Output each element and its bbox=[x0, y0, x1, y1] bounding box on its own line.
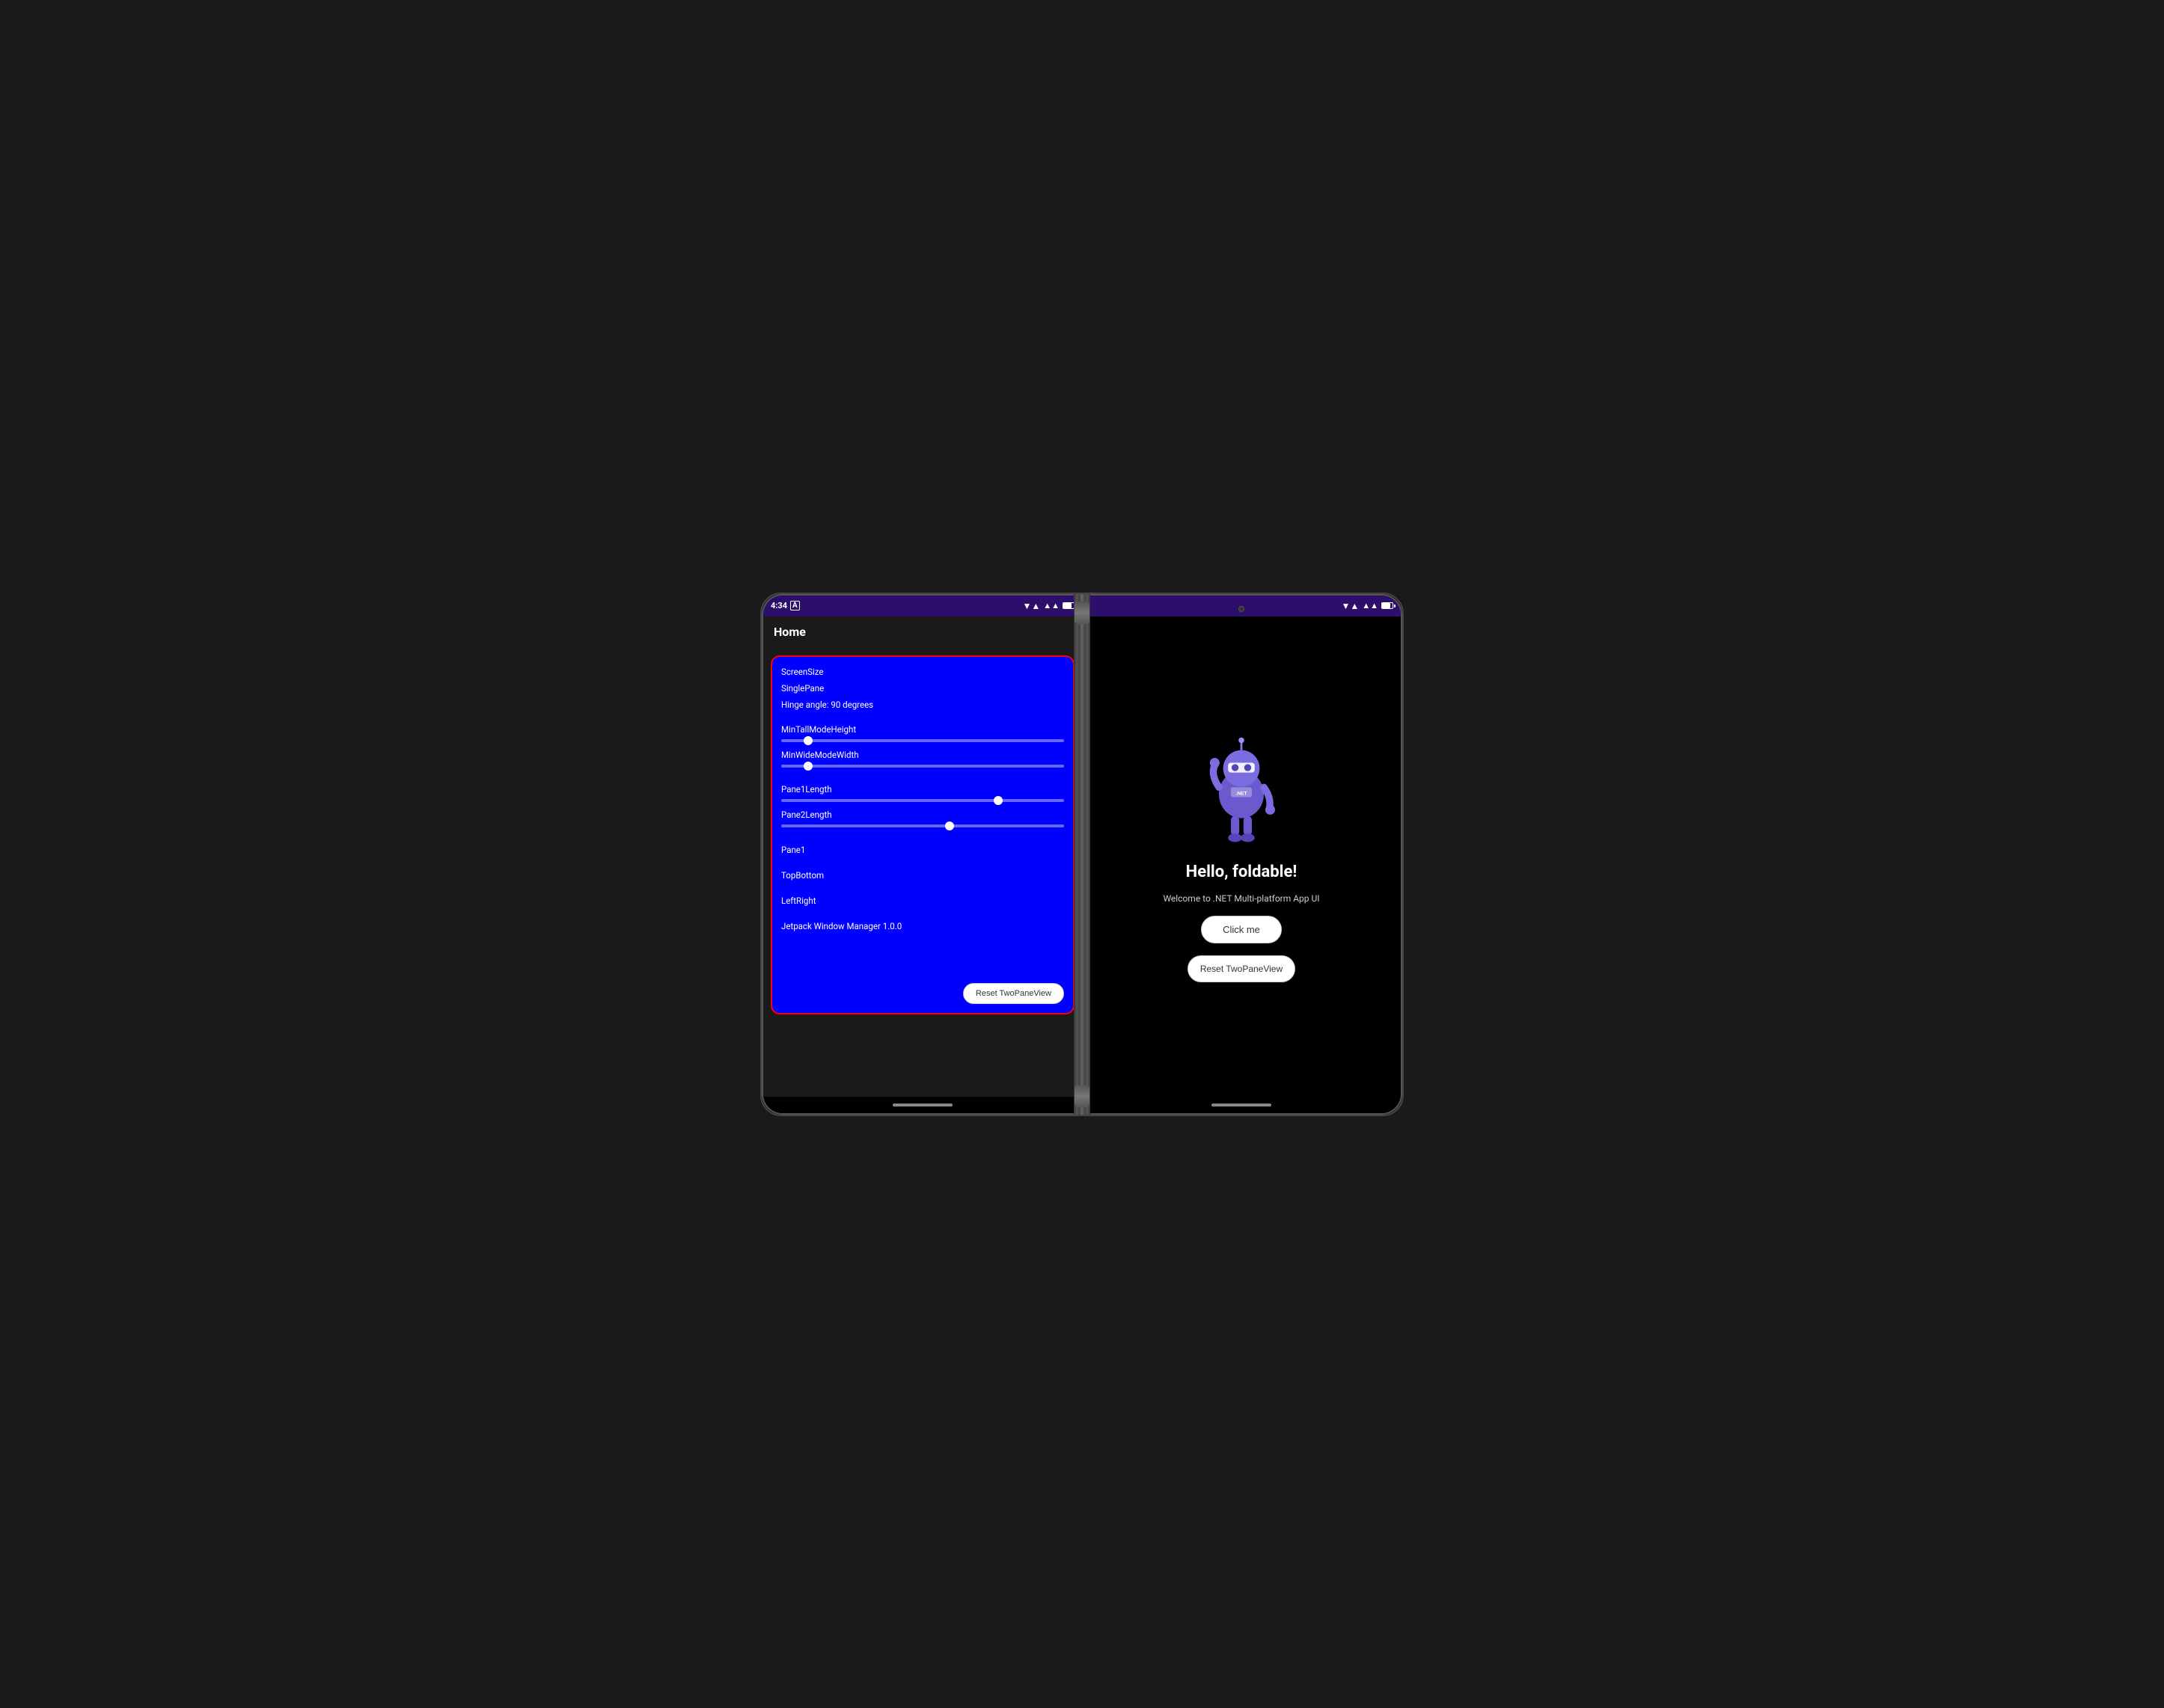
robot-svg: .NET bbox=[1193, 735, 1290, 847]
status-a-icon: A bbox=[790, 601, 800, 610]
pane1-label: Pane1 bbox=[781, 844, 1064, 856]
right-wifi-icon: ▼▲ bbox=[1341, 601, 1359, 611]
pane1-thumb[interactable] bbox=[994, 796, 1003, 805]
min-wide-track[interactable] bbox=[781, 765, 1064, 768]
min-tall-label: MinTallModeHeight bbox=[781, 724, 1064, 735]
left-screen: 4:34 A ▼▲ ▲▲ Home ScreenSize SinglePane … bbox=[762, 594, 1082, 1115]
min-tall-thumb[interactable] bbox=[804, 736, 813, 745]
pane2-length-label: Pane2Length bbox=[781, 809, 1064, 820]
status-icons: ▼▲ ▲▲ bbox=[1022, 601, 1075, 611]
device-hinge bbox=[1074, 594, 1090, 1115]
battery-icon bbox=[1063, 602, 1075, 609]
nav-pill-left bbox=[893, 1104, 953, 1106]
right-content-area: .NET Hello, foldable! bbox=[1082, 616, 1401, 1097]
click-me-button[interactable]: Click me bbox=[1201, 916, 1282, 943]
pane1-track[interactable] bbox=[781, 799, 1064, 802]
top-bottom-label: TopBottom bbox=[781, 869, 1064, 881]
pane2-track[interactable] bbox=[781, 824, 1064, 827]
status-time-area: 4:34 A bbox=[771, 601, 800, 610]
device-frame: 4:34 A ▼▲ ▲▲ Home ScreenSize SinglePane … bbox=[760, 593, 1404, 1116]
min-tall-slider-container: MinTallModeHeight bbox=[781, 724, 1064, 745]
pane2-slider-container: Pane2Length bbox=[781, 809, 1064, 830]
right-battery-icon bbox=[1381, 602, 1393, 609]
min-wide-thumb[interactable] bbox=[804, 762, 813, 771]
single-pane-label: SinglePane bbox=[781, 682, 1064, 694]
right-signal-icon: ▲▲ bbox=[1362, 601, 1378, 610]
right-screen: ▼▲ ▲▲ bbox=[1082, 594, 1402, 1115]
right-nav-bar bbox=[1082, 1097, 1401, 1113]
pane1-length-label: Pane1Length bbox=[781, 784, 1064, 795]
welcome-text: Welcome to .NET Multi-platform App UI bbox=[1163, 893, 1319, 904]
nav-pill-right bbox=[1211, 1104, 1271, 1106]
right-status-icons: ▼▲ ▲▲ bbox=[1341, 601, 1393, 611]
reset-btn-container-left: Reset TwoPaneView bbox=[781, 983, 1064, 1004]
min-wide-label: MinWideModeWidth bbox=[781, 750, 1064, 760]
status-time: 4:34 bbox=[771, 601, 787, 610]
left-nav-bar bbox=[763, 1097, 1082, 1113]
hinge-top-connector bbox=[1075, 602, 1089, 624]
left-status-bar: 4:34 A ▼▲ ▲▲ bbox=[763, 596, 1082, 616]
min-wide-slider-container: MinWideModeWidth bbox=[781, 750, 1064, 771]
left-content-area: ScreenSize SinglePane Hinge angle: 90 de… bbox=[763, 648, 1082, 1097]
pane2-thumb[interactable] bbox=[945, 821, 954, 830]
hinge-bottom-connector bbox=[1075, 1085, 1089, 1107]
right-status-bar: ▼▲ ▲▲ bbox=[1082, 596, 1401, 616]
svg-text:.NET: .NET bbox=[1236, 791, 1247, 796]
camera-dot bbox=[1238, 606, 1244, 612]
left-right-label: LeftRight bbox=[781, 895, 1064, 907]
reset-two-pane-button-right[interactable]: Reset TwoPaneView bbox=[1188, 955, 1295, 982]
reset-two-pane-button-left[interactable]: Reset TwoPaneView bbox=[963, 983, 1064, 1004]
screen-size-label: ScreenSize bbox=[781, 666, 1064, 678]
hinge-angle-label: Hinge angle: 90 degrees bbox=[781, 699, 1064, 711]
robot-illustration: .NET bbox=[1182, 731, 1301, 851]
wifi-icon: ▼▲ bbox=[1022, 601, 1040, 611]
signal-icon: ▲▲ bbox=[1043, 601, 1060, 610]
app-bar: Home bbox=[763, 616, 1082, 648]
pane1-slider-container: Pane1Length bbox=[781, 784, 1064, 805]
app-title: Home bbox=[774, 625, 806, 639]
min-tall-track[interactable] bbox=[781, 739, 1064, 742]
left-panel: ScreenSize SinglePane Hinge angle: 90 de… bbox=[771, 655, 1075, 1014]
hello-foldable-text: Hello, foldable! bbox=[1186, 863, 1298, 881]
jetpack-label: Jetpack Window Manager 1.0.0 bbox=[781, 920, 1064, 932]
